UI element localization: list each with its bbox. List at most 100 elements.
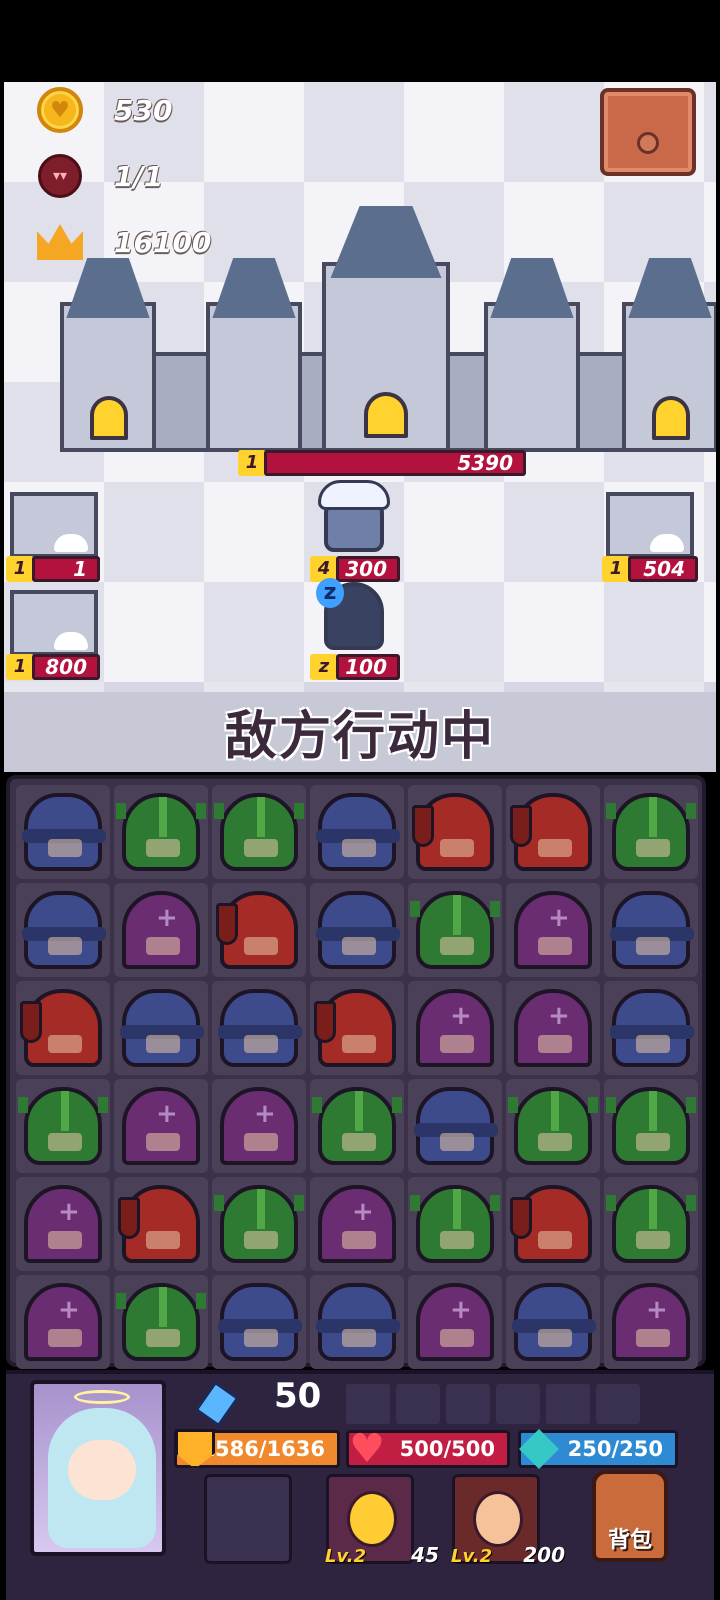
empty-skill-slot[interactable]	[204, 1474, 292, 1564]
board-tile[interactable]	[604, 1079, 698, 1173]
orc-token-icon	[606, 1185, 696, 1263]
enemy-unit-yeti[interactable]	[310, 480, 392, 556]
board-tile[interactable]: +	[604, 1275, 698, 1369]
orc-token-icon	[312, 1087, 402, 1165]
board-tile[interactable]	[212, 1275, 306, 1369]
board-tile[interactable]: +	[408, 1275, 502, 1369]
armor-bar: 1586/1636	[174, 1429, 340, 1469]
board-tile[interactable]	[310, 883, 404, 977]
warrior-token-icon	[510, 1185, 592, 1263]
demon-icon: ▾▾	[34, 150, 86, 202]
orc-token-icon	[214, 1185, 304, 1263]
board-tile[interactable]	[506, 785, 600, 879]
warrior-token-icon	[412, 793, 494, 871]
castle-tower	[622, 258, 716, 452]
board-tile[interactable]	[114, 981, 208, 1075]
board-tile[interactable]	[114, 1177, 208, 1271]
gold-value: 530	[114, 93, 173, 127]
hero-avatar[interactable]	[30, 1380, 166, 1556]
enemy-count-value: 1/1	[114, 159, 164, 193]
orc-token-icon	[116, 793, 206, 871]
board-tile[interactable]	[604, 1177, 698, 1271]
mana-bar: 250/250	[518, 1429, 678, 1469]
board-tile[interactable]: +	[310, 1177, 404, 1271]
board-tile[interactable]: +	[16, 1177, 110, 1271]
board-tile[interactable]	[16, 1079, 110, 1173]
board-tile[interactable]	[506, 1177, 600, 1271]
skill-cost: 200	[523, 1543, 565, 1567]
priest-token-icon: +	[514, 989, 592, 1067]
board-tile[interactable]	[310, 981, 404, 1075]
warrior-token-icon	[20, 989, 102, 1067]
board-tile[interactable]	[212, 981, 306, 1075]
diamond-icon	[519, 1429, 559, 1469]
chest-button[interactable]	[600, 88, 696, 176]
priest-token-icon: +	[318, 1185, 396, 1263]
board-tile[interactable]: +	[212, 1079, 306, 1173]
board-tile[interactable]	[506, 1079, 600, 1173]
castle-hp-bar: 5390	[264, 450, 526, 476]
enemy-castle[interactable]	[60, 206, 716, 472]
tile-grid: + + + + + + + + + + +	[16, 785, 698, 1369]
board-tile[interactable]	[408, 1079, 502, 1173]
bell-icon	[347, 1491, 397, 1547]
board-tile[interactable]: +	[16, 1275, 110, 1369]
board-tile[interactable]	[604, 883, 698, 977]
orc-token-icon	[410, 891, 500, 969]
fire-window	[652, 396, 690, 440]
board-tile[interactable]	[408, 785, 502, 879]
board-tile[interactable]: +	[114, 883, 208, 977]
fort-level: 1	[602, 556, 630, 582]
enemy-unit-hooded[interactable]: z	[310, 578, 392, 654]
skill-cost: 45	[411, 1543, 439, 1567]
skill-level: Lv.2	[325, 1546, 367, 1567]
board-tile[interactable]	[16, 883, 110, 977]
status-bar	[0, 0, 720, 82]
fort-right[interactable]	[606, 492, 694, 558]
fort-left-top[interactable]	[10, 492, 98, 558]
board-tile[interactable]: +	[408, 981, 502, 1075]
mage-token-icon	[316, 1283, 400, 1361]
board-tile[interactable]	[16, 981, 110, 1075]
board-tile[interactable]	[310, 1275, 404, 1369]
priest-token-icon: +	[122, 1087, 200, 1165]
board-tile[interactable]	[604, 981, 698, 1075]
skill-bell[interactable]: Lv.2 45	[325, 1474, 439, 1567]
battlefield: ♥ 530 ▾▾ 1/1 16100 1 5390 1 1 1 800 1 50…	[4, 82, 716, 772]
priest-token-icon: +	[220, 1087, 298, 1165]
orc-token-icon	[606, 1087, 696, 1165]
board-tile[interactable]: +	[114, 1079, 208, 1173]
unit-hp-bar: 100	[336, 654, 400, 680]
board-tile[interactable]	[310, 1079, 404, 1173]
board-tile[interactable]	[408, 883, 502, 977]
board-tile[interactable]	[114, 1275, 208, 1369]
board-tile[interactable]	[212, 785, 306, 879]
mage-token-icon	[120, 989, 204, 1067]
board-tile[interactable]	[212, 883, 306, 977]
board-tile[interactable]	[212, 1177, 306, 1271]
board-tile[interactable]: +	[506, 981, 600, 1075]
board-tile[interactable]	[114, 785, 208, 879]
orc-token-icon	[410, 1185, 500, 1263]
board-tile[interactable]	[310, 785, 404, 879]
fort-hp-bar: 800	[32, 654, 100, 680]
strike-icon	[473, 1491, 523, 1547]
fort-level: 1	[6, 556, 34, 582]
skill-strike[interactable]: Lv.2 200	[451, 1474, 565, 1567]
board-tile[interactable]: +	[506, 883, 600, 977]
orc-token-icon	[214, 793, 304, 871]
mana-value: 250/250	[567, 1437, 663, 1461]
board-tile[interactable]	[408, 1177, 502, 1271]
armor-value: 1586/1636	[200, 1437, 325, 1461]
backpack-label: 背包	[607, 1528, 652, 1553]
mage-token-icon	[22, 793, 106, 871]
castle-keep	[322, 206, 450, 452]
castle-tower	[60, 258, 156, 452]
board-tile[interactable]	[604, 785, 698, 879]
backpack-button[interactable]: 背包	[592, 1470, 668, 1562]
enemy-count-stat: ▾▾ 1/1	[34, 150, 163, 202]
board-tile[interactable]	[16, 785, 110, 879]
fort-left-bottom[interactable]	[10, 590, 98, 656]
board-tile[interactable]	[506, 1275, 600, 1369]
energy-crystal-icon	[194, 1380, 240, 1428]
